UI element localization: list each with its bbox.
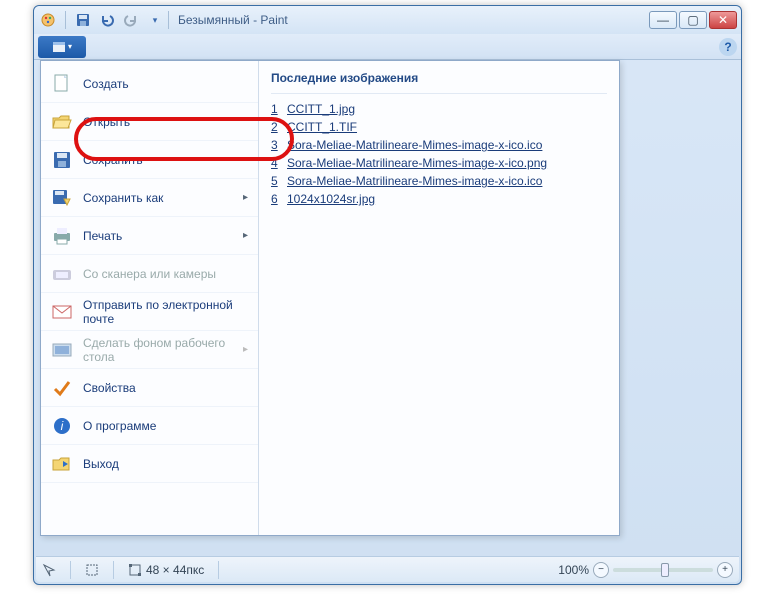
scanner-icon [51, 263, 73, 285]
recent-item[interactable]: 5Sora-Meliae-Matrilineare-Mimes-image-x-… [271, 172, 607, 190]
menu-exit-label: Выход [83, 457, 248, 471]
quick-access-toolbar: ▾ [38, 10, 165, 30]
recent-files-panel: Последние изображения 1CCITT_1.jpg 2CCIT… [259, 61, 619, 535]
menu-save[interactable]: Сохранить [41, 141, 258, 179]
exit-icon [51, 453, 73, 475]
recent-item[interactable]: 3Sora-Meliae-Matrilineare-Mimes-image-x-… [271, 136, 607, 154]
save-disk-icon [51, 149, 73, 171]
menu-about[interactable]: i О программе [41, 407, 258, 445]
menu-print-label: Печать [83, 229, 233, 243]
maximize-button[interactable]: ▢ [679, 11, 707, 29]
statusbar: 48 × 44пкс 100% − + [36, 556, 739, 582]
checkmark-icon [51, 377, 73, 399]
email-icon [51, 301, 73, 323]
zoom-in-button[interactable]: + [717, 562, 733, 578]
minimize-button[interactable]: — [649, 11, 677, 29]
zoom-level-text: 100% [558, 563, 589, 577]
recent-item[interactable]: 61024x1024sr.jpg [271, 190, 607, 208]
chevron-right-icon: ▸ [243, 230, 248, 241]
menu-exit[interactable]: Выход [41, 445, 258, 483]
recent-list: 1CCITT_1.jpg 2CCITT_1.TIF 3Sora-Meliae-M… [271, 94, 607, 208]
menu-from-scanner-label: Со сканера или камеры [83, 267, 248, 281]
chevron-right-icon: ▸ [243, 192, 248, 203]
close-button[interactable]: ✕ [709, 11, 737, 29]
menu-send-email[interactable]: Отправить по электронной почте [41, 293, 258, 331]
save-as-icon [51, 187, 73, 209]
menu-from-scanner: Со сканера или камеры [41, 255, 258, 293]
menu-new-label: Создать [83, 77, 248, 91]
canvas-size-icon [128, 563, 142, 577]
zoom-out-button[interactable]: − [593, 562, 609, 578]
selection-size-cell [85, 563, 99, 577]
zoom-slider-thumb[interactable] [661, 563, 669, 577]
selection-icon [85, 563, 99, 577]
zoom-slider[interactable] [613, 568, 713, 572]
menu-properties[interactable]: Свойства [41, 369, 258, 407]
menu-save-as-label: Сохранить как [83, 191, 233, 205]
help-icon[interactable]: ? [719, 38, 737, 56]
zoom-cell: 100% − + [558, 562, 733, 578]
save-icon[interactable] [73, 10, 93, 30]
menu-properties-label: Свойства [83, 381, 248, 395]
paint-window: ▾ Безымянный - Paint — ▢ ✕ ▾ ? Создать О… [33, 5, 742, 585]
cursor-icon [42, 563, 56, 577]
svg-text:i: i [61, 419, 64, 433]
redo-icon[interactable] [121, 10, 141, 30]
window-controls: — ▢ ✕ [649, 11, 737, 29]
recent-header: Последние изображения [271, 67, 607, 94]
cursor-position-cell [42, 563, 56, 577]
ribbon: ▾ ? [34, 34, 741, 60]
titlebar: ▾ Безымянный - Paint — ▢ ✕ [34, 6, 741, 34]
menu-save-label: Сохранить [83, 153, 248, 167]
recent-item[interactable]: 2CCITT_1.TIF [271, 118, 607, 136]
menu-open[interactable]: Открыть [41, 103, 258, 141]
chevron-right-icon: ▸ [243, 344, 248, 355]
qat-dropdown-icon[interactable]: ▾ [145, 10, 165, 30]
file-tab[interactable]: ▾ [38, 36, 86, 58]
file-menu-dropdown: Создать Открыть Сохранить Сохранить как … [40, 60, 620, 536]
recent-item[interactable]: 1CCITT_1.jpg [271, 100, 607, 118]
canvas-size-cell: 48 × 44пкс [128, 563, 204, 577]
file-menu-column: Создать Открыть Сохранить Сохранить как … [41, 61, 259, 535]
new-file-icon [51, 73, 73, 95]
menu-save-as[interactable]: Сохранить как ▸ [41, 179, 258, 217]
window-title: Безымянный - Paint [178, 13, 288, 27]
info-icon: i [51, 415, 73, 437]
open-folder-icon [51, 111, 73, 133]
recent-item[interactable]: 4Sora-Meliae-Matrilineare-Mimes-image-x-… [271, 154, 607, 172]
menu-new[interactable]: Создать [41, 65, 258, 103]
menu-set-wallpaper: Сделать фоном рабочего стола ▸ [41, 331, 258, 369]
menu-print[interactable]: Печать ▸ [41, 217, 258, 255]
undo-icon[interactable] [97, 10, 117, 30]
menu-open-label: Открыть [83, 115, 248, 129]
app-icon[interactable] [38, 10, 58, 30]
wallpaper-icon [51, 339, 73, 361]
menu-about-label: О программе [83, 419, 248, 433]
printer-icon [51, 225, 73, 247]
file-tab-icon [52, 41, 66, 53]
menu-send-email-label: Отправить по электронной почте [83, 298, 248, 326]
menu-set-wallpaper-label: Сделать фоном рабочего стола [83, 336, 233, 364]
canvas-size-text: 48 × 44пкс [146, 563, 204, 577]
chevron-down-icon: ▾ [68, 42, 72, 51]
